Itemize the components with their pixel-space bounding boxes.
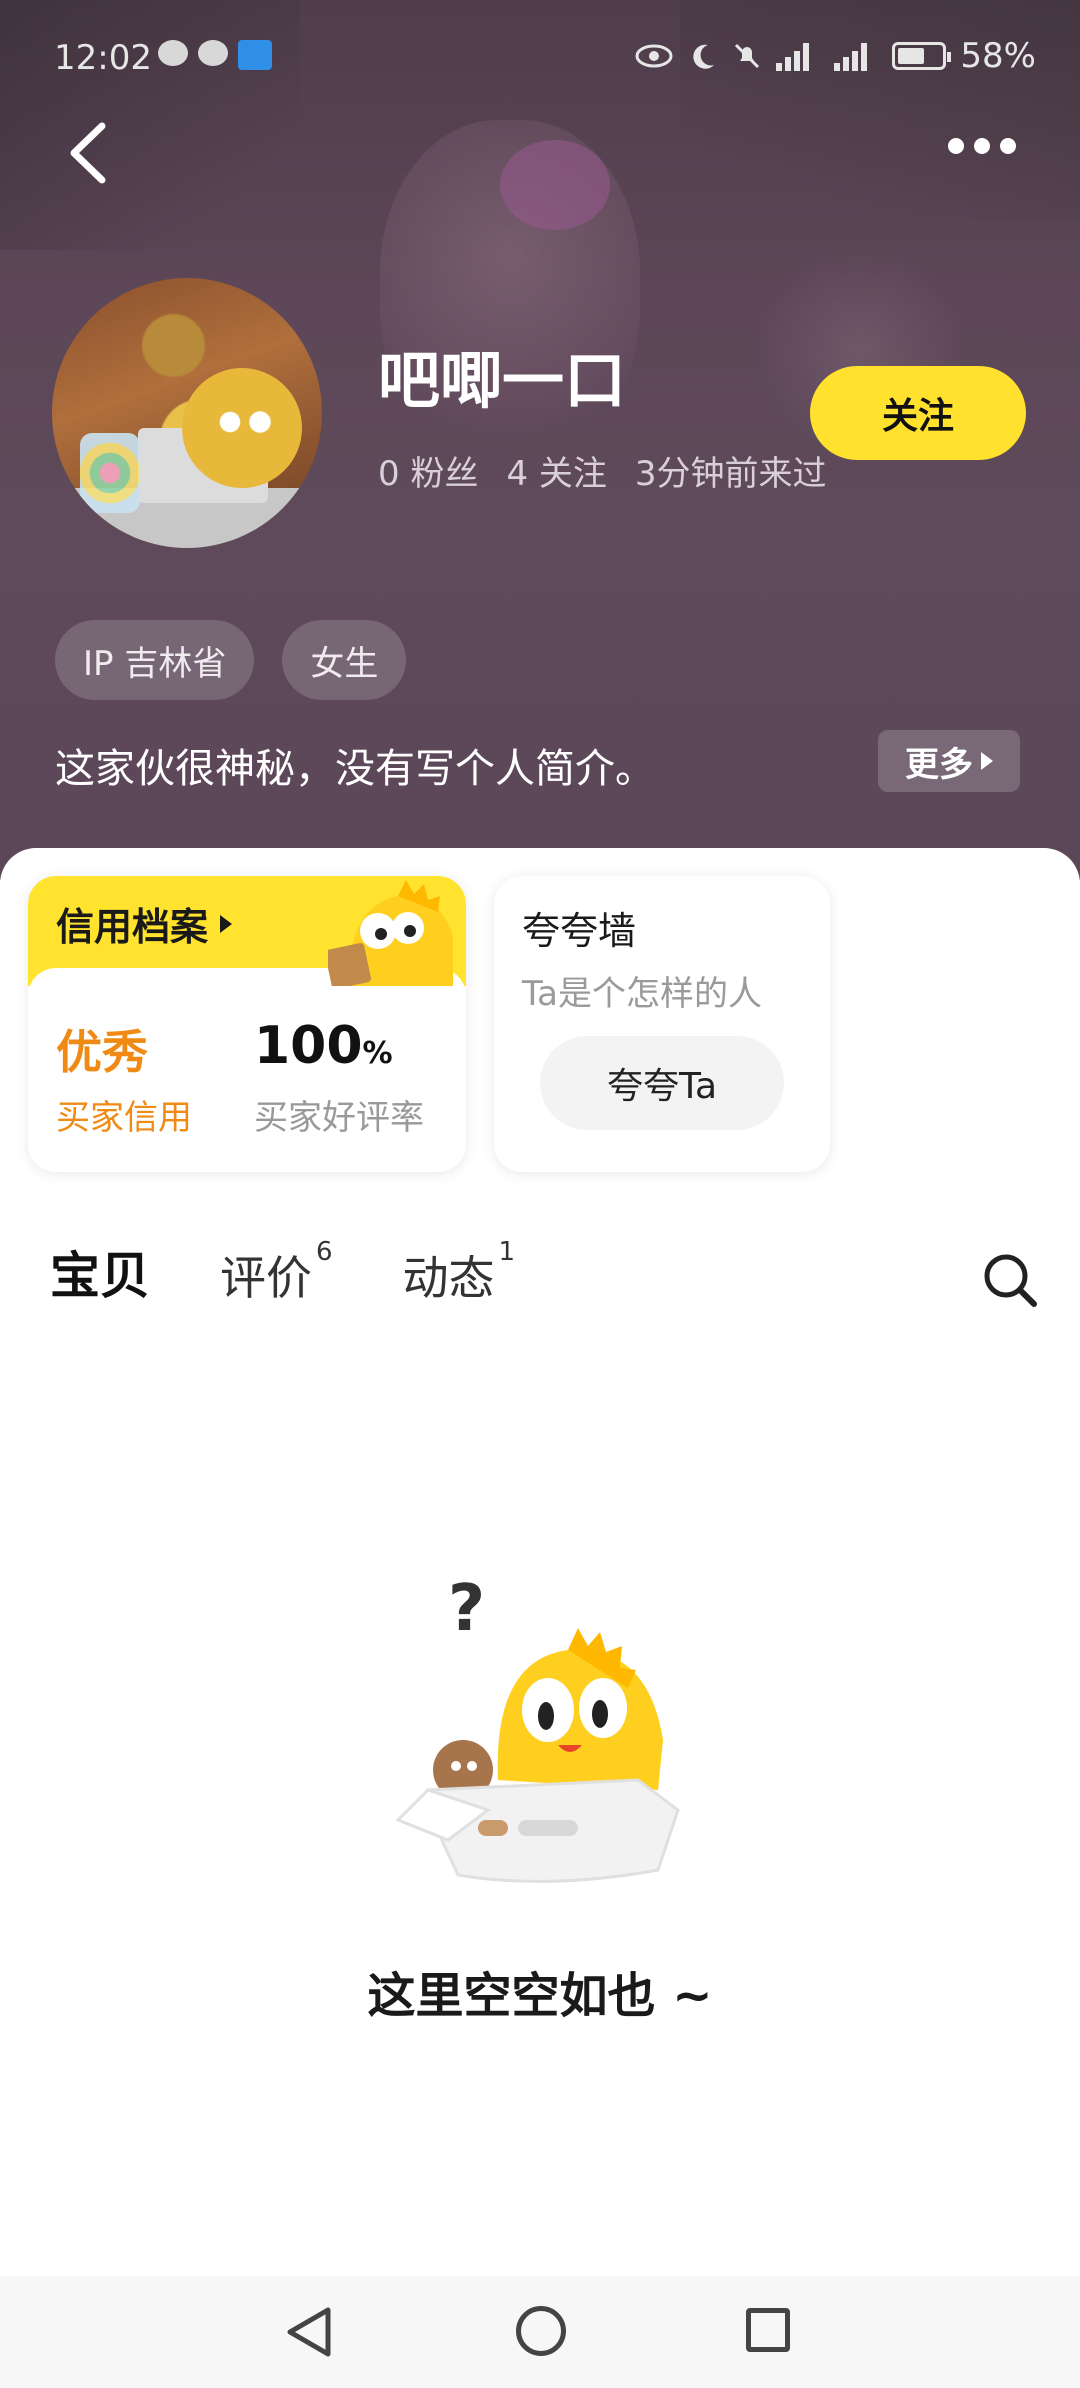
- wechat-icon: [198, 40, 228, 66]
- chevron-right-icon: [981, 752, 993, 770]
- praise-wall-subtitle: Ta是个怎样的人: [522, 974, 762, 1014]
- praise-wall-title: 夸夸墙: [522, 909, 637, 953]
- signal-4g-icon: [776, 41, 820, 71]
- tab-reviews[interactable]: 评价 6: [220, 1237, 333, 1308]
- buyer-credit-value: 优秀: [56, 1025, 148, 1079]
- flag-app-icon: [238, 40, 272, 70]
- bio-more-label: 更多: [905, 744, 973, 785]
- empty-state-illustration: ?: [395, 1572, 680, 1883]
- profile-tabs: 宝贝 评价 6 动态 1: [48, 1236, 516, 1308]
- wechat-icon: [158, 40, 188, 66]
- signal-4g-icon: [834, 41, 878, 71]
- system-navigation-bar: [0, 2276, 1080, 2388]
- chevron-right-icon: [220, 914, 233, 933]
- nav-home-icon[interactable]: [516, 2306, 566, 2356]
- buyer-credit-label: 买家信用: [56, 1098, 192, 1138]
- eye-icon: [635, 44, 673, 68]
- bio-more-button[interactable]: 更多: [878, 730, 1020, 792]
- praise-button[interactable]: 夸夸Ta: [540, 1036, 784, 1130]
- ip-location-tag: IP 吉林省: [55, 620, 255, 700]
- positive-rate-value: 100%: [254, 1016, 393, 1076]
- last-seen: 3分钟前来过: [634, 454, 827, 494]
- positive-rate-label: 买家好评率: [254, 1098, 424, 1138]
- praise-wall-card[interactable]: 夸夸墙 Ta是个怎样的人 夸夸Ta: [494, 876, 830, 1172]
- status-time: 12:02: [54, 38, 152, 78]
- avatar[interactable]: [52, 278, 322, 548]
- credit-card-title: 信用档案: [56, 905, 209, 949]
- empty-state-message: 这里空空如也 ~: [367, 1968, 713, 2024]
- follow-button[interactable]: 关注: [810, 366, 1026, 460]
- fans-count[interactable]: 0 粉丝: [378, 446, 478, 495]
- svg-text:?: ?: [448, 1572, 485, 1646]
- profile-tags: IP 吉林省 女生: [55, 620, 407, 700]
- tab-moments[interactable]: 动态 1: [403, 1237, 516, 1308]
- gender-tag: 女生: [282, 620, 407, 700]
- credit-profile-card[interactable]: 信用档案 优秀 买家信用 100% 买家好评率: [28, 876, 466, 1172]
- tab-items[interactable]: 宝贝: [48, 1236, 152, 1308]
- search-icon[interactable]: [980, 1250, 1040, 1310]
- back-arrow-icon[interactable]: [60, 118, 120, 188]
- following-count[interactable]: 4 关注: [506, 446, 606, 495]
- status-bar: 12:02 58%: [0, 0, 1080, 120]
- moon-icon: [693, 44, 715, 69]
- profile-name: 吧唧一口: [378, 344, 627, 417]
- mute-icon: [735, 43, 760, 69]
- profile-stats: 0 粉丝 4 关注 3分钟前来过: [378, 446, 827, 495]
- nav-back-icon[interactable]: [282, 2304, 338, 2360]
- mascot-icon: [328, 880, 453, 986]
- battery-icon: [892, 42, 952, 70]
- more-options-icon[interactable]: [948, 138, 1016, 154]
- profile-bio: 这家伙很神秘，没有写个人简介。: [55, 746, 655, 792]
- nav-recents-icon[interactable]: [746, 2308, 790, 2352]
- battery-percent: 58%: [960, 36, 1036, 76]
